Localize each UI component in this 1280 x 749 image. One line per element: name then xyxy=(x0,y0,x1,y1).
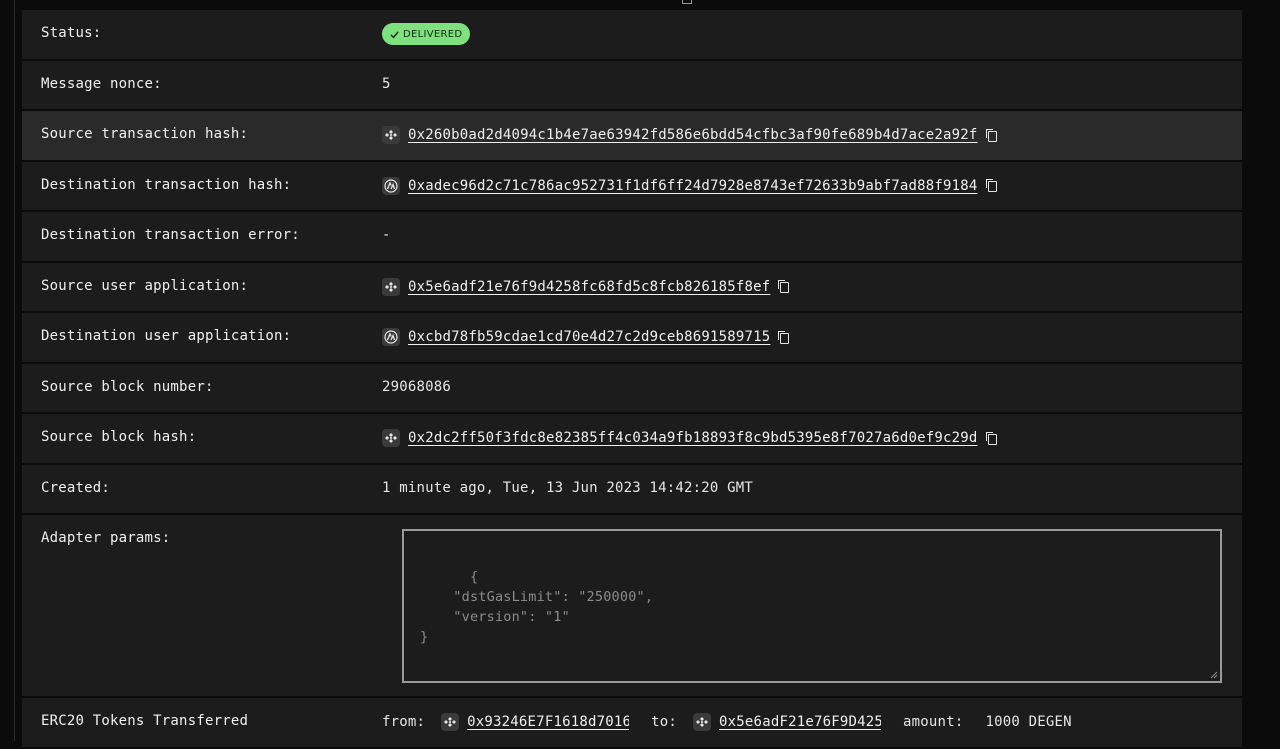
row-destination-tx-error: Destination transaction error: - xyxy=(22,212,1242,263)
block-number-value: 29068086 xyxy=(382,378,452,395)
row-label: ERC20 Tokens Transferred xyxy=(41,713,249,729)
arbitrum-icon xyxy=(382,176,400,195)
copy-icon[interactable] xyxy=(778,280,790,293)
row-source-user-application: Source user application: 0x5e6adf21e76f9… xyxy=(22,262,1242,313)
message-details-table: Status: DELIVERED Message nonce: 5 Sourc… xyxy=(22,10,1242,749)
resize-handle-icon[interactable] xyxy=(1208,669,1218,679)
row-adapter-params: Adapter params: { "dstGasLimit": "250000… xyxy=(22,515,1242,698)
row-label: Created: xyxy=(41,479,111,496)
created-value: 1 minute ago, Tue, 13 Jun 2023 14:42:20 … xyxy=(382,479,754,496)
destination-ua-link[interactable]: 0xcbd78fb59cdae1cd70e4d27c2d9ceb86915897… xyxy=(408,329,770,345)
error-value: - xyxy=(382,227,391,243)
bnb-icon xyxy=(382,277,400,296)
row-status: Status: DELIVERED xyxy=(22,10,1242,61)
bnb-icon xyxy=(382,126,400,144)
row-destination-user-application: Destination user application: 0xcbd78fb5… xyxy=(22,313,1242,364)
bnb-icon xyxy=(693,713,712,731)
row-label: Source transaction hash: xyxy=(41,126,249,142)
copy-icon[interactable] xyxy=(985,179,997,192)
to-address-link[interactable]: 0x5e6adF21e76F9D4258FC xyxy=(719,714,881,730)
copy-icon[interactable] xyxy=(985,431,997,445)
adapter-params-code: { "dstGasLimit": "250000", "version": "1… xyxy=(420,569,654,645)
erc20-to: to: 0x5e6adF21e76F9D4258FC xyxy=(651,713,881,731)
row-source-tx-hash: Source transaction hash: 0x260b0ad2d4094… xyxy=(22,111,1242,162)
row-label: Destination user application: xyxy=(41,328,292,344)
bnb-icon xyxy=(441,713,460,731)
source-tx-hash-link[interactable]: 0x260b0ad2d4094c1b4e7ae63942fd586e6bdd54… xyxy=(408,127,978,143)
row-label: Source block number: xyxy=(41,378,214,395)
status-badge-text: DELIVERED xyxy=(403,28,463,40)
top-bar xyxy=(0,0,1280,10)
row-label: Status: xyxy=(41,25,102,41)
row-message-nonce: Message nonce: 5 xyxy=(22,60,1242,111)
copy-icon[interactable] xyxy=(778,330,790,344)
source-block-hash-link[interactable]: 0x2dc2ff50f3fdc8e82385ff4c034a9fb18893f8… xyxy=(408,430,978,446)
status-badge: DELIVERED xyxy=(382,23,471,45)
left-divider xyxy=(14,0,15,741)
copy-icon[interactable] xyxy=(985,128,997,142)
nonce-value: 5 xyxy=(382,75,391,92)
erc20-amount: amount: 1000 DEGEN xyxy=(903,714,1072,730)
row-label: Message nonce: xyxy=(41,75,162,92)
row-label: Adapter params: xyxy=(41,530,171,546)
row-label: Destination transaction error: xyxy=(41,227,300,243)
check-icon xyxy=(390,30,399,38)
from-address-link[interactable]: 0x93246E7F1618d7016A5E xyxy=(467,714,629,730)
from-label: from: xyxy=(382,714,426,730)
destination-tx-hash-link[interactable]: 0xadec96d2c71c786ac952731f1df6ff24d7928e… xyxy=(408,178,978,194)
to-label: to: xyxy=(651,714,678,730)
copy-icon[interactable] xyxy=(682,0,692,4)
row-source-block-hash: Source block hash: 0x2dc2ff50f3fdc8e8238… xyxy=(22,414,1242,465)
amount-value: 1000 DEGEN xyxy=(985,714,1072,730)
amount-label: amount: xyxy=(903,714,964,730)
row-label: Destination transaction hash: xyxy=(41,176,292,193)
erc20-from: from: 0x93246E7F1618d7016A5E xyxy=(382,713,629,731)
row-label: Source block hash: xyxy=(41,429,197,445)
row-destination-tx-hash: Destination transaction hash: 0xadec96d2… xyxy=(22,161,1242,212)
arbitrum-icon xyxy=(382,328,400,346)
row-created: Created: 1 minute ago, Tue, 13 Jun 2023 … xyxy=(22,464,1242,515)
adapter-params-textarea[interactable]: { "dstGasLimit": "250000", "version": "1… xyxy=(402,529,1222,683)
bnb-icon xyxy=(382,429,400,447)
row-source-block-number: Source block number: 29068086 xyxy=(22,363,1242,414)
row-label: Source user application: xyxy=(41,277,249,294)
source-ua-link[interactable]: 0x5e6adf21e76f9d4258fc68fd5c8fcb826185f8… xyxy=(408,279,770,295)
